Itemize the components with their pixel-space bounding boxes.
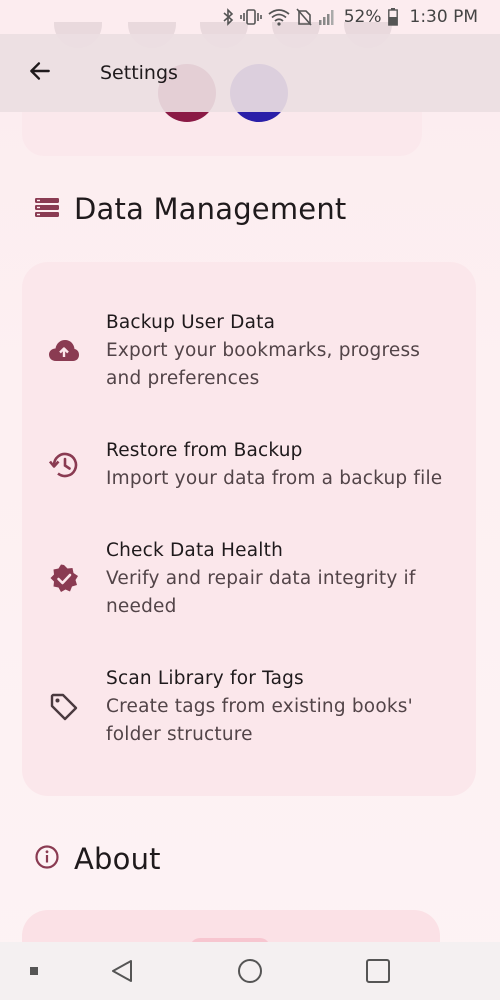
home-circle-icon[interactable]	[232, 956, 268, 986]
verified-icon	[22, 537, 106, 621]
no-sim-icon	[296, 8, 312, 26]
list-item-subtitle: Export your bookmarks, progress	[106, 340, 421, 361]
clock: 1:30 PM	[409, 7, 479, 27]
list-item-subtitle: folder structure	[106, 724, 253, 745]
section-header-about: About	[34, 842, 161, 876]
wifi-icon	[268, 8, 290, 26]
list-item-subtitle: Import your data from a backup file	[106, 468, 443, 489]
info-icon	[34, 844, 60, 874]
list-item-subtitle: needed	[106, 596, 177, 617]
list-item-scan-tags[interactable]: Scan Library for Tags Create tags from e…	[22, 665, 476, 749]
battery-percent: 52%	[343, 7, 382, 27]
list-item-check-health[interactable]: Check Data Health Verify and repair data…	[22, 537, 476, 621]
section-title: Data Management	[74, 192, 347, 226]
bluetooth-icon	[222, 8, 234, 26]
list-item-title: Scan Library for Tags	[106, 668, 304, 689]
back-button[interactable]	[12, 45, 68, 101]
list-item-title: Restore from Backup	[106, 440, 303, 461]
list-item-restore[interactable]: Restore from Backup Import your data fro…	[22, 437, 476, 493]
vibrate-icon	[239, 8, 262, 26]
battery-icon	[387, 8, 398, 26]
recents-dot-icon[interactable]	[28, 965, 40, 977]
list-item-subtitle: Verify and repair data integrity if	[106, 568, 416, 589]
app-bar: Settings	[0, 34, 500, 112]
list-item-title: Backup User Data	[106, 312, 276, 333]
section-title: About	[74, 842, 161, 876]
list-item-subtitle: Create tags from existing books'	[106, 696, 413, 717]
cloud-upload-icon	[22, 309, 106, 393]
page-title: Settings	[100, 62, 178, 84]
list-item-backup[interactable]: Backup User Data Export your bookmarks, …	[22, 309, 476, 393]
status-bar: 52% 1:30 PM	[0, 0, 500, 34]
back-triangle-icon[interactable]	[104, 956, 140, 986]
arrow-back-icon	[27, 58, 53, 88]
overview-square-icon[interactable]	[360, 956, 396, 986]
list-item-subtitle: and preferences	[106, 368, 260, 389]
system-navigation-bar	[0, 942, 500, 1000]
storage-icon	[34, 196, 60, 222]
section-header-data-management: Data Management	[34, 192, 347, 226]
history-icon	[22, 437, 106, 493]
signal-icon	[318, 8, 336, 26]
tag-icon	[22, 665, 106, 749]
list-item-title: Check Data Health	[106, 540, 283, 561]
